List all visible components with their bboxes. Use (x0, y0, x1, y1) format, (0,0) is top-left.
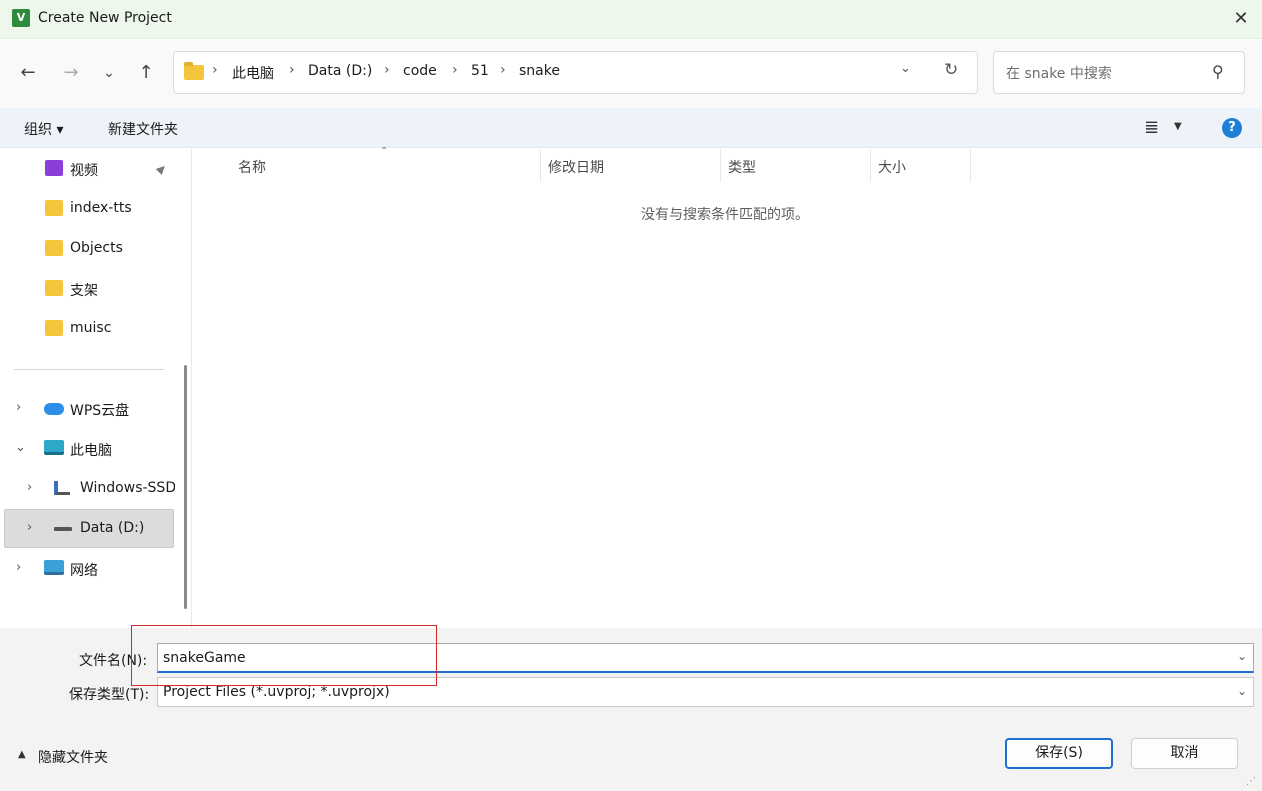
breadcrumb-separator: › (452, 62, 458, 78)
filetype-selected-value: Project Files (*.uvproj; *.uvprojx) (163, 684, 390, 700)
chevron-right-icon[interactable]: › (27, 480, 32, 495)
chevron-right-icon[interactable]: › (16, 560, 21, 575)
sidebar-scrollbar[interactable] (184, 365, 187, 609)
cancel-button[interactable]: 取消 (1131, 738, 1238, 769)
sidebar-item-label: Data (D:) (80, 520, 145, 536)
sidebar-item-objects[interactable]: Objects (0, 229, 176, 269)
column-header-name[interactable]: 名称 (238, 157, 266, 177)
folder-icon (45, 320, 63, 336)
save-button[interactable]: 保存(S) (1005, 738, 1113, 769)
chevron-down-icon[interactable]: ⌄ (900, 61, 911, 76)
breadcrumb-separator: › (212, 62, 218, 78)
column-header-date-modified[interactable]: 修改日期 (548, 157, 604, 177)
sidebar-item-label: muisc (70, 320, 112, 336)
cloud-icon (44, 403, 64, 415)
new-folder-button[interactable]: 新建文件夹 (108, 119, 178, 139)
column-divider[interactable] (970, 149, 971, 182)
sidebar-item-windows-ssd[interactable]: › Windows-SSD (0, 469, 176, 509)
breadcrumb-this-pc[interactable]: 此电脑 (232, 63, 274, 83)
sidebar-item-muisc[interactable]: muisc (0, 309, 176, 349)
sidebar-item-wps-cloud[interactable]: › WPS云盘 (0, 389, 176, 429)
help-icon[interactable]: ? (1222, 118, 1242, 138)
command-toolbar (0, 108, 1262, 148)
network-icon (44, 560, 64, 575)
chevron-right-icon[interactable]: › (16, 400, 21, 415)
breadcrumb-snake[interactable]: snake (519, 63, 560, 79)
back-arrow-icon[interactable]: ← (15, 62, 41, 84)
folder-icon (184, 62, 204, 80)
caret-down-icon[interactable]: ▼ (1174, 121, 1182, 132)
forward-arrow-icon[interactable]: → (58, 62, 84, 84)
search-box[interactable]: ⚲ (993, 51, 1245, 94)
sidebar-item-network[interactable]: › 网络 (0, 549, 176, 589)
view-options-icon[interactable]: ≣ (1144, 117, 1159, 138)
sidebar-item-label: Objects (70, 240, 123, 256)
refresh-icon[interactable]: ↻ (944, 60, 958, 80)
up-arrow-icon[interactable]: ↑ (133, 62, 159, 84)
sidebar-item-bracket[interactable]: 支架 (0, 269, 176, 309)
empty-list-message: 没有与搜索条件匹配的项。 (641, 207, 809, 223)
sidebar-item-videos[interactable]: 视频 (0, 149, 176, 189)
caret-up-icon[interactable]: ▲ (18, 749, 26, 760)
breadcrumb-data-drive[interactable]: Data (D:) (308, 63, 372, 79)
folder-icon (45, 280, 63, 296)
folder-icon (45, 240, 63, 256)
filetype-label: 保存类型(T): (69, 687, 150, 703)
column-divider[interactable] (870, 149, 871, 182)
drive-icon (54, 527, 72, 531)
breadcrumb-separator: › (384, 62, 390, 78)
sidebar-item-label: Windows-SSD (80, 480, 175, 496)
breadcrumb-51[interactable]: 51 (471, 63, 489, 79)
chevron-right-icon[interactable]: › (27, 520, 32, 535)
search-input[interactable] (1006, 64, 1206, 84)
sidebar-item-index-tts[interactable]: index-tts (0, 189, 176, 229)
resize-grip-icon[interactable]: ⋰ (1246, 776, 1256, 787)
windows-drive-icon (54, 481, 70, 495)
close-button[interactable]: ✕ (1226, 6, 1256, 32)
app-icon: V (12, 9, 30, 27)
hide-folders-button[interactable]: 隐藏文件夹 (38, 747, 108, 767)
pc-icon (44, 440, 64, 455)
breadcrumb-separator: › (289, 62, 295, 78)
sidebar-item-label: 视频 (70, 163, 98, 179)
window-title: Create New Project (38, 10, 172, 26)
chevron-down-icon[interactable]: ⌄ (1237, 684, 1247, 698)
chevron-down-icon[interactable]: ⌄ (1237, 649, 1247, 663)
search-icon[interactable]: ⚲ (1212, 62, 1224, 81)
video-icon (45, 160, 63, 176)
sidebar-item-this-pc[interactable]: ⌄ 此电脑 (0, 429, 176, 469)
column-divider[interactable] (540, 149, 541, 182)
sidebar-item-label: 支架 (70, 283, 98, 299)
organize-button[interactable]: 组织 ▾ (24, 119, 63, 139)
sidebar-divider (14, 369, 164, 370)
sidebar-item-label: WPS云盘 (70, 403, 130, 419)
sidebar-item-label: 网络 (70, 563, 98, 579)
sort-ascending-icon: ⌃ (380, 146, 389, 157)
column-header-size[interactable]: 大小 (878, 157, 906, 177)
folder-icon (45, 200, 63, 216)
breadcrumb-code[interactable]: code (403, 63, 437, 79)
recent-locations-icon[interactable]: ⌄ (96, 62, 122, 84)
column-divider[interactable] (720, 149, 721, 182)
title-bar (0, 0, 1262, 39)
sidebar-item-label: 此电脑 (70, 443, 112, 459)
breadcrumb-separator: › (500, 62, 506, 78)
column-header-type[interactable]: 类型 (728, 157, 756, 177)
annotation-highlight-box (131, 625, 437, 686)
chevron-down-icon[interactable]: ⌄ (15, 440, 26, 455)
sidebar-item-data-drive[interactable]: › Data (D:) (0, 509, 176, 549)
sidebar-item-label: index-tts (70, 200, 132, 216)
